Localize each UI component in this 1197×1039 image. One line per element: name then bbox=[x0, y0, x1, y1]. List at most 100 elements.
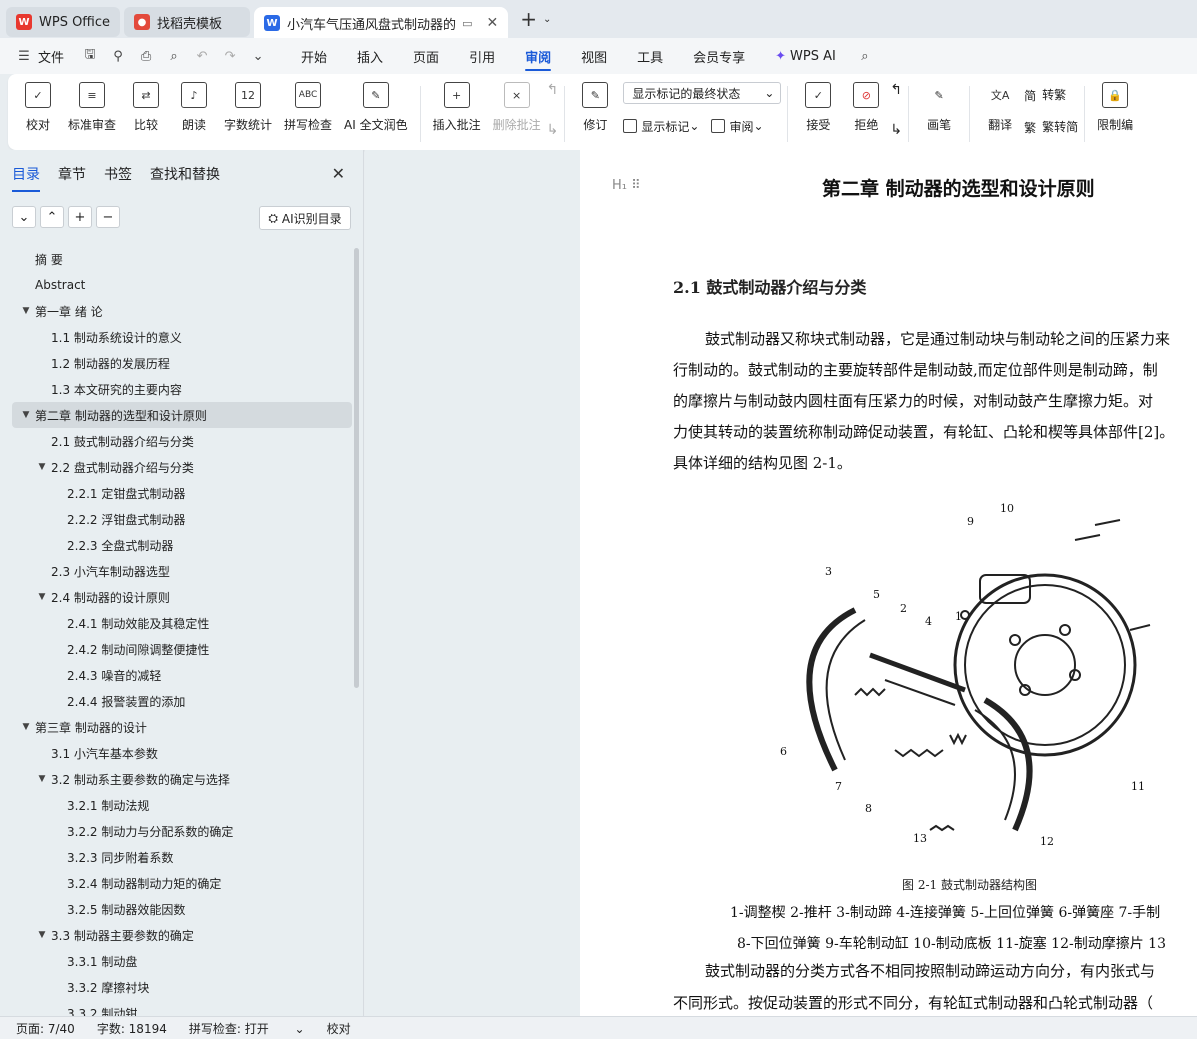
undo-icon[interactable]: ↶ bbox=[194, 48, 210, 64]
next-comment-icon[interactable]: ↳ bbox=[547, 122, 559, 138]
proof-button[interactable]: ✓ 校对 bbox=[20, 82, 56, 133]
toc-item[interactable]: 2.3 小汽车制动器选型 bbox=[12, 558, 352, 584]
heading-drag-handle[interactable]: H₁ ⠿ bbox=[612, 178, 641, 193]
page-indicator[interactable]: 页面: 7/40 bbox=[16, 1020, 75, 1037]
close-tab-icon[interactable]: ✕ bbox=[486, 15, 498, 31]
toc-item[interactable]: 3.2.4 制动器制动力矩的确定 bbox=[12, 870, 352, 896]
translate-button[interactable]: 文A 翻译 bbox=[982, 82, 1018, 133]
tab-find-replace[interactable]: 查找和替换 bbox=[150, 164, 220, 184]
menu-view[interactable]: 视图 bbox=[581, 38, 607, 74]
tab-bookmarks[interactable]: 书签 bbox=[104, 164, 132, 184]
expand-toggle-icon[interactable]: ▼ bbox=[20, 722, 32, 732]
scrollbar[interactable] bbox=[354, 248, 359, 688]
remove-heading-icon[interactable]: − bbox=[96, 206, 120, 228]
toc-item[interactable]: Abstract bbox=[12, 272, 352, 298]
expand-toggle-icon[interactable]: ▼ bbox=[36, 930, 48, 940]
standard-review-button[interactable]: ≡ 标准审查 bbox=[68, 82, 116, 133]
toc-item[interactable]: 3.2.3 同步附着系数 bbox=[12, 844, 352, 870]
menu-review[interactable]: 审阅 bbox=[525, 38, 552, 74]
print-icon[interactable]: ⎙ bbox=[138, 48, 154, 64]
collapse-icon[interactable]: ⌃ bbox=[40, 206, 64, 228]
expand-icon[interactable]: ⌄ bbox=[12, 206, 36, 228]
new-tab-icon[interactable]: + bbox=[520, 7, 537, 31]
close-pane-icon[interactable]: ✕ bbox=[332, 164, 345, 183]
next-change-icon[interactable]: ↳ bbox=[890, 122, 902, 138]
toc-item[interactable]: ▼ 2.2 盘式制动器介绍与分类 bbox=[12, 454, 352, 480]
delete-comment-button[interactable]: × 删除批注 bbox=[493, 82, 541, 133]
search-icon[interactable]: ⌕ bbox=[857, 48, 873, 64]
ai-polish-button[interactable]: ✎ AI 全文润色 bbox=[344, 82, 408, 133]
toc-item[interactable]: 3.2.1 制动法规 bbox=[12, 792, 352, 818]
expand-toggle-icon[interactable]: ▼ bbox=[36, 462, 48, 472]
menu-references[interactable]: 引用 bbox=[469, 38, 495, 74]
display-mode-select[interactable]: 显示标记的最终状态 ⌄ bbox=[623, 82, 782, 104]
toc-item[interactable]: 2.2.3 全盘式制动器 bbox=[12, 532, 352, 558]
menu-wps-ai[interactable]: ✦ WPS AI bbox=[775, 38, 836, 74]
toc-item[interactable]: ▼ 第一章 绪 论 bbox=[12, 298, 352, 324]
toc-item[interactable]: ▼ 3.3 制动器主要参数的确定 bbox=[12, 922, 352, 948]
reject-button[interactable]: ⊘ 拒绝 bbox=[848, 82, 884, 133]
show-markup-button[interactable]: 显示标记 ⌄ bbox=[623, 114, 699, 138]
toc-item[interactable]: 1.1 制动系统设计的意义 bbox=[12, 324, 352, 350]
compare-button[interactable]: ⇄ 比较 bbox=[128, 82, 164, 133]
toc-item[interactable]: 2.2.2 浮钳盘式制动器 bbox=[12, 506, 352, 532]
expand-toggle-icon[interactable]: ▼ bbox=[20, 410, 32, 420]
toc-item[interactable]: 2.4.4 报警装置的添加 bbox=[12, 688, 352, 714]
previous-change-icon[interactable]: ↰ bbox=[890, 82, 902, 98]
hamburger-icon[interactable]: ☰ bbox=[16, 48, 32, 64]
tab-chapters[interactable]: 章节 bbox=[58, 164, 86, 184]
print-preview-icon[interactable]: ⌕ bbox=[166, 48, 182, 64]
chevron-down-icon[interactable]: ⌄ bbox=[543, 14, 551, 25]
toc-item[interactable]: 1.3 本文研究的主要内容 bbox=[12, 376, 352, 402]
read-aloud-button[interactable]: ♪ 朗读 bbox=[176, 82, 212, 133]
expand-toggle-icon[interactable]: ▼ bbox=[36, 774, 48, 784]
share-icon[interactable]: ⚲ bbox=[110, 48, 126, 64]
menu-tools[interactable]: 工具 bbox=[637, 38, 663, 74]
toc-item[interactable]: 3.2.5 制动器效能因数 bbox=[12, 896, 352, 922]
spell-check-button[interactable]: ABC 拼写检查 bbox=[284, 82, 332, 133]
word-count-indicator[interactable]: 字数: 18194 bbox=[97, 1020, 167, 1037]
toc-item[interactable]: 1.2 制动器的发展历程 bbox=[12, 350, 352, 376]
monitor-icon[interactable]: ▭ bbox=[462, 17, 472, 30]
expand-toggle-icon[interactable]: ▼ bbox=[36, 592, 48, 602]
insert-comment-button[interactable]: + 插入批注 bbox=[433, 82, 481, 133]
tab-toc[interactable]: 目录 bbox=[12, 164, 40, 192]
to-simplified-button[interactable]: 繁繁转简 bbox=[1024, 114, 1078, 138]
menu-home[interactable]: 开始 bbox=[301, 38, 327, 74]
toc-item[interactable]: ▼ 第二章 制动器的选型和设计原则 bbox=[12, 402, 352, 428]
add-heading-icon[interactable]: + bbox=[68, 206, 92, 228]
toc-item[interactable]: 摘 要 bbox=[12, 246, 352, 272]
pen-button[interactable]: ✎ 画笔 bbox=[921, 82, 957, 133]
tab-docer-templates[interactable]: ● 找稻壳模板 bbox=[124, 7, 251, 37]
toc-item[interactable]: 2.4.1 制动效能及其稳定性 bbox=[12, 610, 352, 636]
chevron-down-icon[interactable]: ⌄ bbox=[250, 48, 266, 64]
menu-insert[interactable]: 插入 bbox=[357, 38, 383, 74]
proof-status[interactable]: 校对 bbox=[327, 1020, 351, 1037]
toc-item[interactable]: ▼ 2.4 制动器的设计原则 bbox=[12, 584, 352, 610]
toc-item[interactable]: 3.3.2 摩擦衬块 bbox=[12, 974, 352, 1000]
toc-item[interactable]: 2.4.2 制动间隙调整便捷性 bbox=[12, 636, 352, 662]
toc-item[interactable]: 2.1 鼓式制动器介绍与分类 bbox=[12, 428, 352, 454]
track-changes-button[interactable]: ✎ 修订 bbox=[577, 82, 613, 133]
accept-button[interactable]: ✓ 接受 bbox=[800, 82, 836, 133]
redo-icon[interactable]: ↷ bbox=[222, 48, 238, 64]
toc-item[interactable]: ▼ 3.2 制动系主要参数的确定与选择 bbox=[12, 766, 352, 792]
toc-item[interactable]: 3.1 小汽车基本参数 bbox=[12, 740, 352, 766]
restrict-edit-button[interactable]: 🔒 限制编 bbox=[1097, 82, 1133, 133]
save-icon[interactable]: 🖫 bbox=[82, 47, 98, 64]
review-pane-button[interactable]: 审阅 ⌄ bbox=[711, 114, 764, 138]
ai-outline-button[interactable]: ⛭ AI识别目录 bbox=[259, 206, 351, 230]
document-page[interactable]: H₁ ⠿ 第二章 制动器的选型和设计原则 2.1 鼓式制动器介绍与分类 鼓式制动… bbox=[580, 150, 1197, 1016]
previous-comment-icon[interactable]: ↰ bbox=[547, 82, 559, 98]
tab-wps-office[interactable]: W WPS Office bbox=[6, 7, 121, 37]
word-count-button[interactable]: 12 字数统计 bbox=[224, 82, 272, 133]
spell-check-status[interactable]: 拼写检查: 打开 ⌄ bbox=[189, 1020, 305, 1037]
tab-document[interactable]: W 小汽车气压通风盘式制动器的 ▭ ✕ bbox=[254, 7, 509, 39]
toc-item[interactable]: 3.3.1 制动盘 bbox=[12, 948, 352, 974]
file-menu[interactable]: 文件 bbox=[38, 47, 64, 66]
toc-item[interactable]: 2.4.3 噪音的减轻 bbox=[12, 662, 352, 688]
menu-member[interactable]: 会员专享 bbox=[693, 38, 745, 74]
toc-item[interactable]: 2.2.1 定钳盘式制动器 bbox=[12, 480, 352, 506]
toc-item[interactable]: 3.2.2 制动力与分配系数的确定 bbox=[12, 818, 352, 844]
expand-toggle-icon[interactable]: ▼ bbox=[20, 306, 32, 316]
